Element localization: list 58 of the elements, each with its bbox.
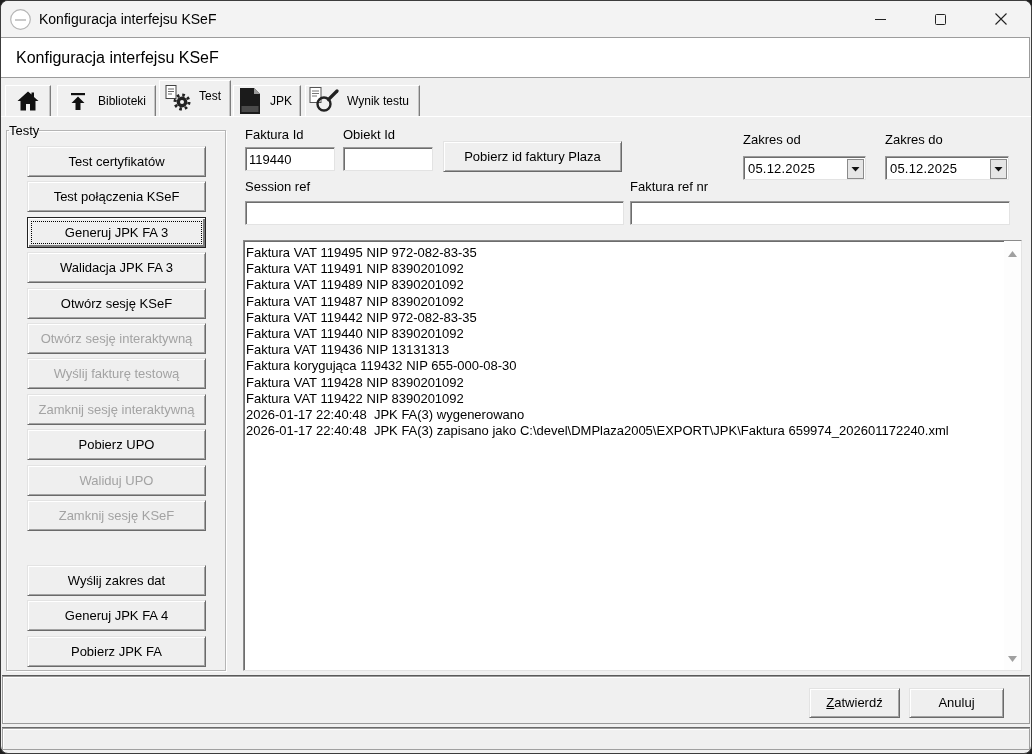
log-line: Faktura VAT 119440 NIP 8390201092: [246, 326, 465, 343]
document-gear-icon: [165, 84, 192, 111]
fetch-button[interactable]: Pobierz id faktury Plaza: [443, 141, 622, 172]
log-line: Faktura VAT 119491 NIP 8390201092: [246, 261, 465, 278]
minimize-icon: [874, 18, 886, 20]
log-line: Faktura VAT 119436 NIP 13131313: [246, 342, 451, 359]
app-logo-icon: [10, 8, 31, 30]
log-line: Faktura VAT 119428 NIP 8390201092: [246, 374, 465, 391]
log-line: 2026-01-17 22:40:48 JPK FA(3) zapisano jako C:\devel\DMPlaza2005\EXPORT\JPK\Faktura 659974_202601172240.xml: [246, 423, 950, 440]
tab[interactable]: Test: [159, 80, 232, 116]
dialog-button[interactable]: Zatwierdź: [809, 687, 900, 718]
test-button[interactable]: Test połączenia KSeF: [27, 181, 206, 213]
field-label: Session ref: [245, 179, 312, 195]
tab[interactable]: [5, 85, 51, 116]
window-title: Konfiguracja interfejsu KSeF: [39, 11, 217, 27]
dropdown-caret-icon[interactable]: [847, 158, 864, 179]
house-icon: [17, 91, 39, 111]
dropdown-caret-icon[interactable]: [990, 158, 1007, 179]
arrow-up-icon: [71, 92, 85, 110]
group-title: Testy: [9, 123, 40, 138]
test-button[interactable]: Walidacja JPK FA 3: [27, 252, 206, 284]
field-label: Zakres od: [743, 132, 802, 148]
log-line: Faktura VAT 119489 NIP 8390201092: [246, 277, 465, 294]
date-picker[interactable]: 05.12.2025: [743, 156, 866, 180]
text-field[interactable]: [343, 147, 433, 171]
scroll-down-icon[interactable]: [1008, 656, 1017, 662]
field-label: Faktura Id: [245, 127, 305, 143]
maximize-icon: [934, 13, 946, 25]
field-label: Faktura ref nr: [630, 179, 710, 195]
text-field[interactable]: [630, 201, 1010, 225]
dark-file-icon: [238, 87, 263, 115]
field-label: Obiekt Id: [343, 127, 397, 143]
test-button[interactable]: Generuj JPK FA 4: [27, 600, 206, 632]
log-line: Faktura VAT 119442 NIP 972-082-83-35: [246, 309, 478, 326]
test-button[interactable]: Test certyfikatów: [27, 146, 206, 177]
test-button[interactable]: Generuj JPK FA 3: [27, 216, 206, 248]
tab[interactable]: JPK: [233, 85, 302, 116]
test-button[interactable]: Pobierz JPK FA: [27, 635, 206, 667]
test-button[interactable]: Otwórz sesję KSeF: [27, 287, 206, 319]
text-field[interactable]: [245, 201, 624, 225]
text-field[interactable]: 119440: [245, 147, 335, 171]
dialog-button[interactable]: Anuluj: [909, 687, 1004, 718]
log-line: Faktura VAT 119487 NIP 8390201092: [246, 293, 465, 310]
header-title: Konfiguracja interfejsu KSeF: [16, 48, 219, 67]
test-button[interactable]: Wyślij zakres dat: [27, 564, 206, 596]
log-line: Faktura VAT 119422 NIP 8390201092: [246, 390, 465, 408]
log-box[interactable]: [243, 240, 1022, 671]
tab[interactable]: Biblioteki: [57, 85, 157, 116]
close-icon: [994, 13, 1007, 25]
field-label: Zakres do: [885, 132, 944, 148]
log-line: Faktura VAT 119495 NIP 972-082-83-35: [246, 245, 478, 262]
scroll-up-icon[interactable]: [1008, 251, 1017, 257]
tab[interactable]: Wynik testu: [305, 85, 420, 116]
test-button[interactable]: Pobierz UPO: [27, 429, 206, 461]
log-line: Faktura korygująca 119432 NIP 655-000-08-30: [246, 358, 518, 375]
log-line: 2026-01-17 22:40:48 JPK FA(3) wygenerowano: [246, 407, 526, 424]
date-picker[interactable]: 05.12.2025: [885, 156, 1009, 180]
magnifier-document-icon: [309, 87, 340, 115]
